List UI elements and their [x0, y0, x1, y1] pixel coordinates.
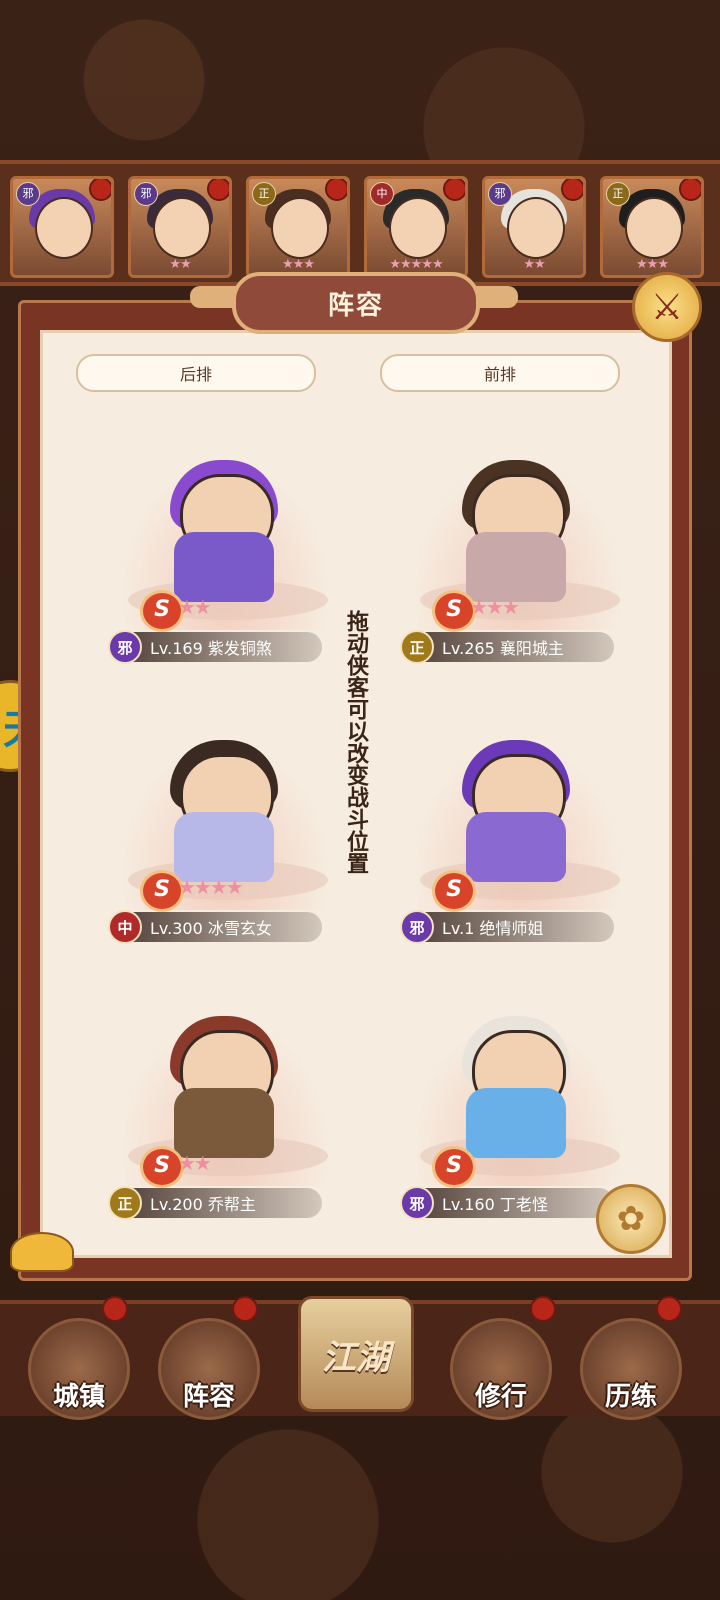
faction-badge: 正 [606, 182, 630, 206]
hero-card[interactable]: 正 ★★★ [246, 176, 350, 278]
hero-level-name: Lv.169 紫发铜煞 [150, 639, 272, 658]
panel-title-plaque: 阵容 [232, 272, 480, 334]
formation-settings-button[interactable]: ✿ [596, 1184, 666, 1254]
hero-card[interactable]: 邪 ★★ [482, 176, 586, 278]
nav-label: 历练 [604, 1382, 657, 1412]
star-rating: ★★★ [636, 257, 669, 272]
hero-card[interactable]: 中 ★★★★★ [364, 176, 468, 278]
character-body [174, 812, 274, 882]
flower-icon: ✿ [616, 1199, 646, 1239]
character-body [466, 812, 566, 882]
hero-info-bar: 邪 Lv.1 绝情师姐 [400, 910, 614, 944]
hero-info-bar: 正 Lv.265 襄阳城主 [400, 630, 614, 664]
hero-face [271, 197, 329, 259]
nav-jianghu-button[interactable]: 江湖 [298, 1296, 414, 1412]
faction-badge: 中 [370, 182, 394, 206]
star-rating: ★★★ [282, 257, 315, 272]
nav-label: 城镇 [52, 1382, 105, 1412]
notification-dot [89, 179, 111, 201]
star-rating: ★★ [523, 257, 545, 272]
formation-slot-back-2[interactable]: S ★★★★ 中 Lv.300 冰雪玄女 [108, 720, 340, 950]
hero-info-bar: 邪 Lv.169 紫发铜煞 [108, 630, 322, 664]
front-row-label: 前排 [380, 354, 620, 392]
star-rating: ★★ [178, 595, 212, 619]
nav-label: 阵容 [182, 1382, 235, 1412]
star-rating: ★★ [178, 1151, 212, 1175]
hero-card[interactable]: 邪 [10, 176, 114, 278]
notification-dot [656, 1296, 682, 1322]
hero-info-bar: 正 Lv.200 乔帮主 [108, 1186, 322, 1220]
star-rating: ★★★★★ [389, 257, 443, 272]
hero-level-name: Lv.160 丁老怪 [442, 1195, 548, 1214]
star-rating: ★★★★ [178, 875, 244, 899]
drag-hint: 拖动侠客可以改变战斗位置 [343, 610, 368, 874]
character-body [174, 532, 274, 602]
star-rating: ★★ [169, 257, 191, 272]
hero-face [35, 197, 93, 259]
character-body [466, 1088, 566, 1158]
nav-town-button[interactable]: 城镇 [28, 1318, 130, 1420]
notification-dot [102, 1296, 128, 1322]
notification-dot [443, 179, 465, 201]
gold-ingot-icon [10, 1232, 74, 1272]
panel-title: 阵容 [327, 290, 384, 321]
formation-slot-front-2[interactable]: S 邪 Lv.1 绝情师姐 [400, 720, 632, 950]
formation-slot-front-1[interactable]: S ★★★ 正 Lv.265 襄阳城主 [400, 440, 632, 670]
faction-badge: 正 [108, 1186, 142, 1220]
faction-badge: 正 [400, 630, 434, 664]
skill-s-icon: S [432, 870, 476, 912]
notification-dot [207, 179, 229, 201]
hero-face [507, 197, 565, 259]
nav-lineup-button[interactable]: 阵容 [158, 1318, 260, 1420]
hero-strip[interactable]: 邪 邪 ★★ 正 ★★★ 中 ★★★★★ 邪 ★★ 正 ★★★ [0, 160, 720, 286]
formation-slot-back-1[interactable]: S ★★ 邪 Lv.169 紫发铜煞 [108, 440, 340, 670]
hero-card[interactable]: 正 ★★★ [600, 176, 704, 278]
character-body [174, 1088, 274, 1158]
formation-slot-back-3[interactable]: S ★★ 正 Lv.200 乔帮主 [108, 996, 340, 1226]
notification-dot [530, 1296, 556, 1322]
faction-badge: 中 [108, 910, 142, 944]
back-row-label: 后排 [76, 354, 316, 392]
hero-face [625, 197, 683, 259]
faction-badge: 邪 [400, 910, 434, 944]
character-body [466, 532, 566, 602]
notification-dot [679, 179, 701, 201]
formation-slot-front-3[interactable]: S 邪 Lv.160 丁老怪 [400, 996, 632, 1226]
notification-dot [325, 179, 347, 201]
hero-face [153, 197, 211, 259]
hero-level-name: Lv.200 乔帮主 [150, 1195, 256, 1214]
skill-s-icon: S [432, 1146, 476, 1188]
faction-badge: 邪 [16, 182, 40, 206]
hero-level-name: Lv.265 襄阳城主 [442, 639, 564, 658]
notification-dot [232, 1296, 258, 1322]
hero-level-name: Lv.300 冰雪玄女 [150, 919, 272, 938]
nav-training-button[interactable]: 修行 [450, 1318, 552, 1420]
star-rating: ★★★ [470, 595, 520, 619]
nav-label: 修行 [474, 1382, 527, 1412]
faction-badge: 邪 [108, 630, 142, 664]
faction-badge: 正 [252, 182, 276, 206]
faction-badge: 邪 [134, 182, 158, 206]
faction-badge: 邪 [400, 1186, 434, 1220]
close-button[interactable]: ⚔ [632, 272, 702, 342]
nav-label: 江湖 [322, 1337, 390, 1378]
close-icon: ⚔ [650, 286, 684, 328]
hero-face [389, 197, 447, 259]
hero-info-bar: 邪 Lv.160 丁老怪 [400, 1186, 614, 1220]
hero-info-bar: 中 Lv.300 冰雪玄女 [108, 910, 322, 944]
hero-level-name: Lv.1 绝情师姐 [442, 919, 544, 938]
hero-card[interactable]: 邪 ★★ [128, 176, 232, 278]
nav-adventure-button[interactable]: 历练 [580, 1318, 682, 1420]
notification-dot [561, 179, 583, 201]
faction-badge: 邪 [488, 182, 512, 206]
